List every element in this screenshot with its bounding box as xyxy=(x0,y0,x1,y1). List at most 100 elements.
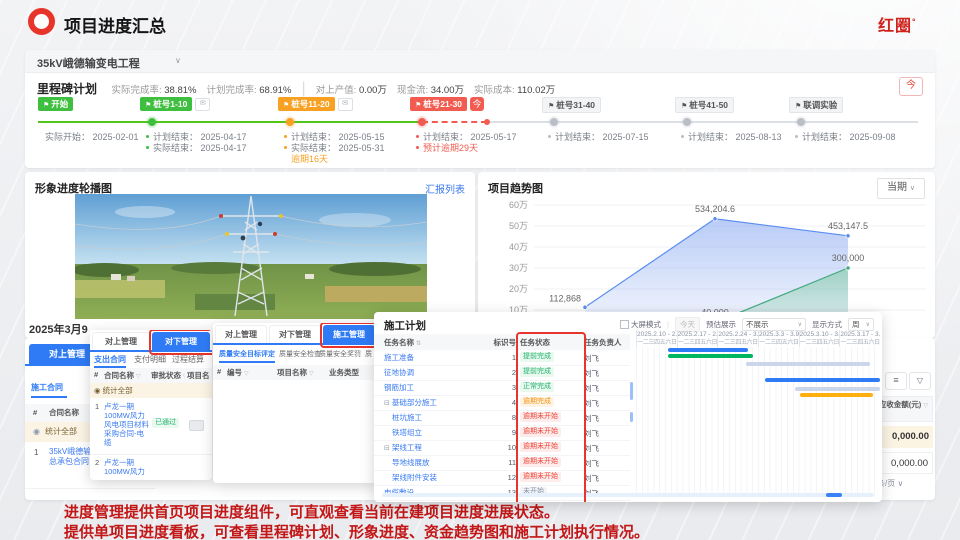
gantt-week-cell: 2025.3.3 - 3.9一二三四五六日 xyxy=(758,330,799,347)
tab-对上管理[interactable]: 对上管理 xyxy=(92,332,150,350)
table-header: #合同名称▽审批状态▽项目名 xyxy=(90,368,212,383)
subtab-支出合同[interactable]: 支出合同 xyxy=(94,354,126,365)
gantt-week-cell: 2025.2.10 - 2.16一二三四五六日 xyxy=(636,330,677,347)
mail-icon[interactable]: ✉ xyxy=(338,98,353,111)
column-settings-icon[interactable]: ≡ xyxy=(885,372,907,390)
task-name: 架线附件安装 xyxy=(392,472,437,483)
task-status-badge: 逾期未开始 xyxy=(520,457,561,467)
task-name-link[interactable]: 铁塔组立 xyxy=(392,427,484,438)
task-status-badge: 逾期未开始 xyxy=(520,442,561,452)
subtab-construction-contract[interactable]: 施工合同 xyxy=(31,382,63,393)
subtab-过程结算[interactable]: 过程结算 xyxy=(172,354,204,365)
task-owner: 刘飞 xyxy=(584,353,599,364)
filter-icon[interactable]: ▽ xyxy=(309,371,314,377)
table-row[interactable]: 2卢龙一期100MW风力 xyxy=(90,454,212,480)
filter-icon[interactable]: ▽ xyxy=(136,374,141,380)
flag-icon: ⚑ xyxy=(681,103,687,110)
task-row[interactable]: ⊟基础部分施工4逾期完成刘飞 xyxy=(374,395,630,411)
horizontal-scrollbar-track[interactable] xyxy=(382,493,874,497)
task-name-link[interactable]: 钢筋加工 xyxy=(384,382,484,393)
gantt-day-labels: 一二三四五六日 xyxy=(678,339,718,347)
task-name-link[interactable]: ⊟基础部分施工 xyxy=(384,397,484,408)
tab-施工管理[interactable]: 施工管理 xyxy=(323,325,375,343)
col-index: # xyxy=(33,404,37,422)
task-row[interactable]: 征地协调2提前完成刘飞 xyxy=(374,365,630,381)
filter-icon[interactable]: ▽ xyxy=(909,372,931,390)
task-row[interactable]: 架线附件安装12逾期未开始刘飞 xyxy=(374,470,630,486)
col-2: 审批状态▽ xyxy=(151,370,185,381)
task-name-link[interactable]: 征地协调 xyxy=(384,367,484,378)
subtab-质量安全检查[interactable]: 质量安全检查 xyxy=(279,349,321,359)
task-row[interactable]: 施工准备1提前完成刘飞 xyxy=(374,350,630,366)
milestone-flag[interactable]: ⚑桩号41-50 xyxy=(675,97,734,113)
table-header: #编号▽项目名称▽业务类型 xyxy=(213,365,377,380)
mail-icon[interactable]: ✉ xyxy=(195,98,210,111)
filter-icon[interactable]: ▽ xyxy=(183,374,185,380)
table-row[interactable]: 1卢龙一期100MW风力风电项目材料采购合同-电缆已通过 xyxy=(90,398,212,455)
horizontal-scrollbar-thumb[interactable] xyxy=(826,493,842,497)
checkbox-icon[interactable] xyxy=(620,320,629,329)
sort-icon[interactable]: ⇅ xyxy=(416,341,421,347)
contract-name-link[interactable]: 卢龙一期100MW风力 xyxy=(104,458,149,476)
timeline-node-dot[interactable] xyxy=(797,118,805,126)
task-name-link[interactable]: 施工准备 xyxy=(384,352,484,363)
expand-icon[interactable]: ⊟ xyxy=(384,444,390,452)
gantt-day-labels: 一二三四五六日 xyxy=(800,339,840,347)
forecast-label: 预估展示 xyxy=(706,319,736,330)
task-row[interactable]: ⊟架线工程10逾期未开始刘飞 xyxy=(374,440,630,456)
vertical-scrollbar-thumb[interactable] xyxy=(630,382,633,400)
col-0: # xyxy=(217,367,227,376)
fullscreen-toggle[interactable]: 大屏模式 xyxy=(620,319,661,330)
milestone-node: ⚑桩号1-10✉ xyxy=(140,97,210,111)
task-status-badge: 正常完成 xyxy=(520,382,554,392)
gantt-bar[interactable] xyxy=(800,393,873,397)
timeline-node-dot[interactable] xyxy=(418,118,426,126)
col-任务状态: 任务状态 xyxy=(520,337,578,348)
milestone-details: 计划结束： 2025-04-17实际结束： 2025-04-17 xyxy=(146,132,247,154)
report-list-link[interactable]: 汇报列表 xyxy=(425,181,465,196)
milestone-flag[interactable]: ⚑桩号1-10 xyxy=(140,97,192,111)
tab-对下管理[interactable]: 对下管理 xyxy=(269,325,321,343)
col-contract-name: 合同名称 xyxy=(49,404,79,422)
task-row[interactable]: 铁塔组立9逾期未开始刘飞 xyxy=(374,425,630,441)
vertical-scrollbar-thumb[interactable] xyxy=(630,412,633,422)
project-selector[interactable]: 35kV峨德输变电工程 ∨ xyxy=(25,50,935,73)
timeline-node-dot[interactable] xyxy=(286,118,294,126)
task-owner: 刘飞 xyxy=(584,458,599,469)
timeline-node-dot[interactable] xyxy=(683,118,691,126)
expand-icon[interactable]: ⊟ xyxy=(384,399,390,407)
timeline-node-dot[interactable] xyxy=(148,118,156,126)
subtab-质量安全奖罚[interactable]: 质量安全奖罚 xyxy=(319,349,361,359)
subtab-支付明细[interactable]: 支付明细 xyxy=(134,354,166,365)
tab-对上管理[interactable]: 对上管理 xyxy=(215,325,267,343)
milestone-flag[interactable]: ⚑桩号11-20 xyxy=(278,97,335,111)
milestone-flag[interactable]: ⚑开始 xyxy=(38,97,73,111)
timeline-node-dot[interactable] xyxy=(550,118,558,126)
gantt-bar[interactable] xyxy=(746,362,870,366)
task-status-badge: 逾期完成 xyxy=(520,397,554,407)
milestone-detail-line: 预计逾期29天 xyxy=(416,143,517,154)
milestone-flag[interactable]: ⚑桩号31-40 xyxy=(542,97,601,113)
milestone-flag[interactable]: ⚑联调实验 xyxy=(789,97,843,113)
subtab-质[interactable]: 质 xyxy=(365,349,372,359)
task-name-link[interactable]: ⊟架线工程 xyxy=(384,442,484,453)
task-row[interactable]: 导地线展放11逾期未开始刘飞 xyxy=(374,455,630,471)
milestone-card: 35kV峨德输变电工程 ∨ 里程碑计划 实际完成率: 38.81%计划完成率: … xyxy=(25,50,935,168)
filter-icon[interactable]: ▽ xyxy=(244,371,249,377)
subtab-质量安全目标评定[interactable]: 质量安全目标评定 xyxy=(219,349,275,359)
gantt-bar[interactable] xyxy=(795,387,880,391)
contract-name-link[interactable]: 卢龙一期100MW风力风电项目材料采购合同-电缆 xyxy=(104,402,149,447)
task-name-link[interactable]: 架线附件安装 xyxy=(392,472,484,483)
detail-bullet xyxy=(416,135,419,138)
task-row[interactable]: 桩坑施工8逾期未开始刘飞 xyxy=(374,410,630,426)
gantt-bar[interactable] xyxy=(668,348,749,352)
col-2: 项目名称▽ xyxy=(277,367,327,378)
gantt-bar[interactable] xyxy=(765,378,880,382)
task-row[interactable]: 钢筋加工3正常完成刘飞 xyxy=(374,380,630,396)
tab-对下管理[interactable]: 对下管理 xyxy=(152,332,210,350)
milestone-flag[interactable]: ⚑桩号21-30 xyxy=(410,97,467,111)
task-name-link[interactable]: 导地线展放 xyxy=(392,457,484,468)
gantt-bar[interactable] xyxy=(668,354,753,358)
task-id: 9 xyxy=(486,428,516,437)
task-name-link[interactable]: 桩坑施工 xyxy=(392,412,484,423)
